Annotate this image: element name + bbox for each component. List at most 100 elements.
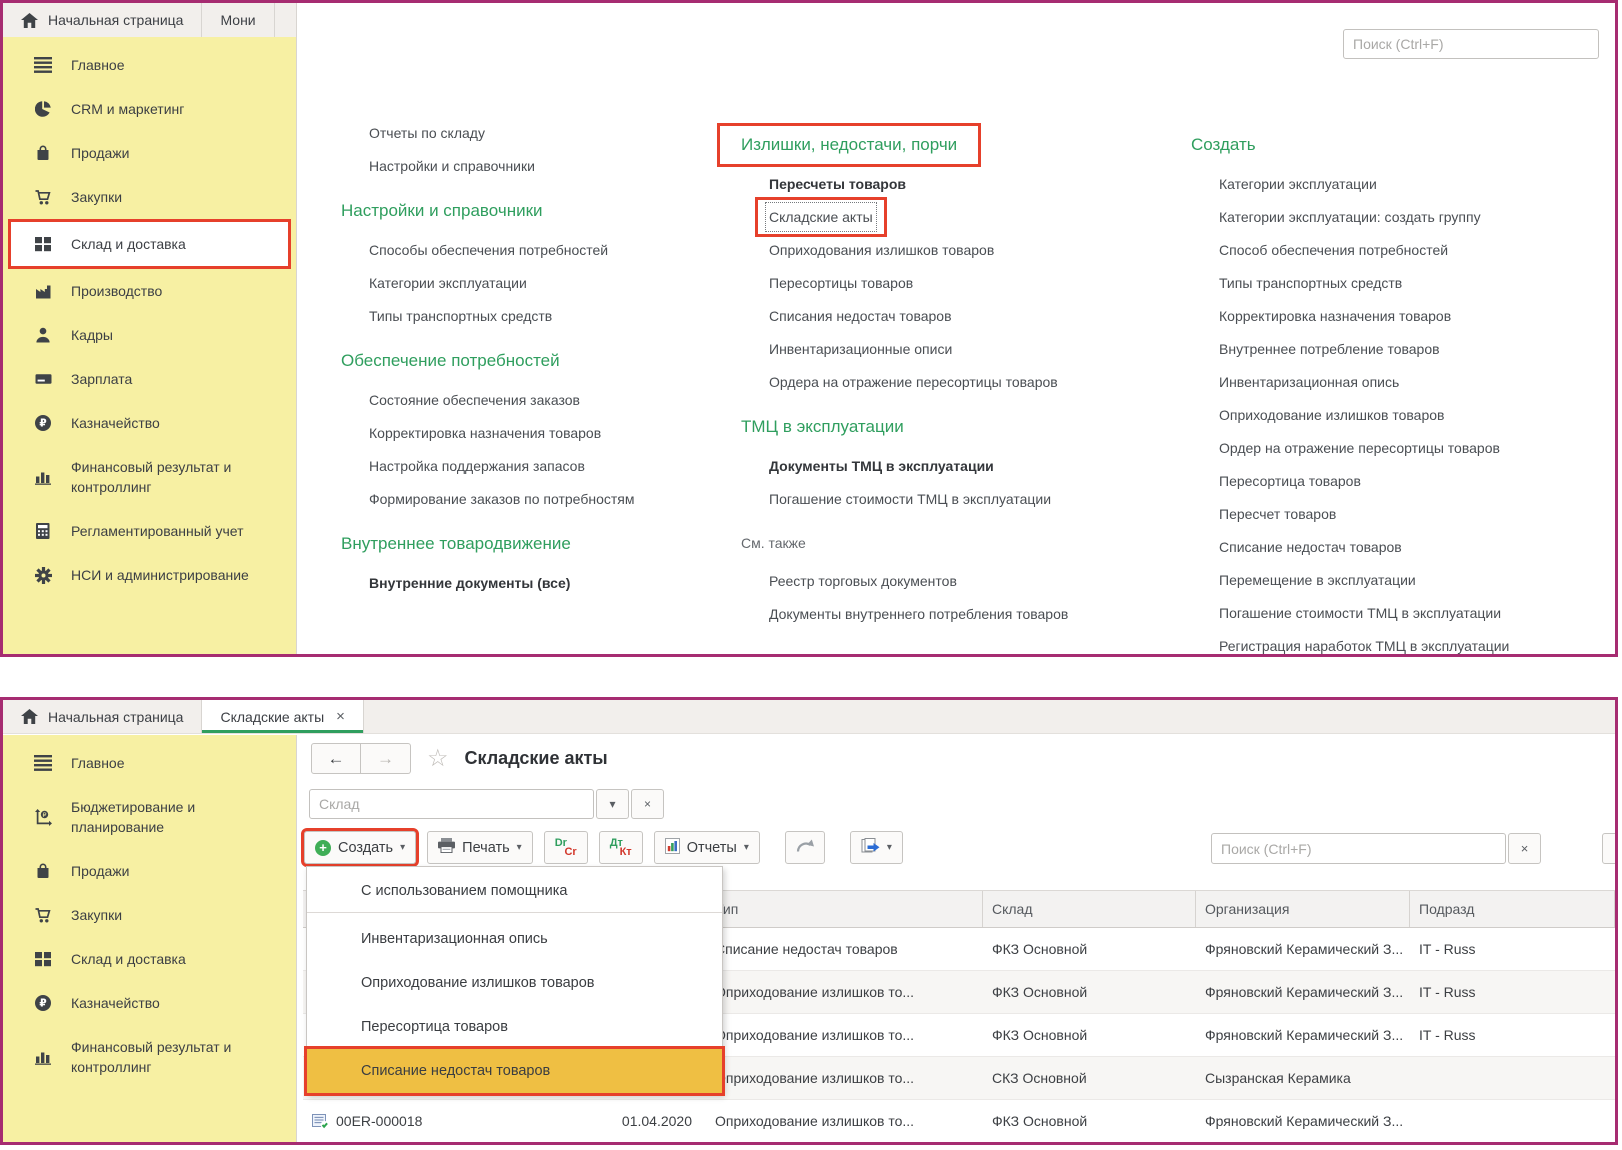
doc-type: Списание недостач товаров bbox=[706, 928, 983, 970]
menu-item[interactable]: Пересчет товаров bbox=[1219, 503, 1336, 525]
menu-item[interactable]: См. также bbox=[741, 532, 806, 554]
tab[interactable]: Начальная страница × bbox=[3, 700, 202, 733]
doc-organization: Фряновский Керамический З... bbox=[1196, 928, 1410, 970]
menu-item[interactable]: Формирование заказов по потребностям bbox=[369, 488, 634, 510]
menu-item[interactable]: Пересортица товаров bbox=[1219, 470, 1361, 492]
post-document-button[interactable] bbox=[785, 831, 825, 864]
sidebar-item[interactable]: ₽ Казначейство bbox=[3, 981, 296, 1025]
dtkt-button[interactable]: ДтКт bbox=[599, 831, 643, 864]
drcr-button[interactable]: DrCr bbox=[544, 831, 588, 864]
forward-button[interactable]: → bbox=[361, 743, 411, 774]
menu-item[interactable]: Реестр торговых документов bbox=[769, 570, 957, 592]
tab[interactable]: Начальная страница × bbox=[3, 3, 202, 37]
menu-item[interactable]: Оприходование излишков товаров bbox=[1219, 404, 1444, 426]
menu-column-center: Излишки, недостачи, порчи Пересчеты това… bbox=[741, 111, 1161, 636]
menu-item[interactable]: Состояние обеспечения заказов bbox=[369, 389, 580, 411]
menu-item[interactable]: Категории эксплуатации bbox=[369, 272, 527, 294]
sidebar-item[interactable]: ₽ Бюджетирование и планирование bbox=[3, 785, 296, 849]
sidebar-item[interactable]: Кадры bbox=[3, 313, 296, 357]
reports-button[interactable]: Отчеты ▾ bbox=[654, 831, 760, 864]
search-clear-button[interactable]: × bbox=[1508, 833, 1541, 864]
menu-item[interactable]: Внутреннее потребление товаров bbox=[1219, 338, 1440, 360]
column-header[interactable]: Тип bbox=[706, 891, 983, 927]
column-header[interactable]: Склад bbox=[983, 891, 1196, 927]
tab[interactable]: Складские акты × bbox=[202, 700, 363, 733]
tab[interactable]: Мони × bbox=[202, 3, 274, 37]
sidebar-item[interactable]: Склад и доставка bbox=[3, 937, 296, 981]
sidebar-item[interactable]: Закупки bbox=[3, 175, 296, 219]
menu-item[interactable]: Типы транспортных средств bbox=[369, 305, 552, 327]
sidebar-item[interactable]: Склад и доставка bbox=[8, 219, 291, 269]
menu-item[interactable]: Инвентаризационная опись bbox=[1219, 371, 1399, 393]
create-menu-item[interactable]: Списание недостач товаров bbox=[307, 1049, 722, 1093]
menu-item[interactable]: Настройки и справочники bbox=[369, 155, 535, 177]
more-button[interactable] bbox=[1602, 833, 1615, 864]
search-input[interactable] bbox=[1211, 833, 1506, 864]
menu-item[interactable]: Корректировка назначения товаров bbox=[1219, 305, 1451, 327]
print-button[interactable]: Печать ▾ bbox=[427, 831, 533, 864]
doc-number: 00ER-000018 bbox=[336, 1113, 422, 1129]
menu-item[interactable]: Категории эксплуатации bbox=[1219, 173, 1377, 195]
menu-item[interactable]: Списание недостач товаров bbox=[1219, 536, 1402, 558]
menu-item[interactable]: Регистрация наработок ТМЦ в эксплуатации bbox=[1219, 635, 1509, 654]
export-button[interactable]: ▾ bbox=[850, 831, 903, 864]
create-menu-item[interactable]: Оприходование излишков товаров bbox=[307, 961, 722, 1005]
search-input[interactable] bbox=[1343, 29, 1599, 59]
sidebar-item[interactable]: Главное bbox=[3, 43, 296, 87]
menu-item[interactable]: Пересортицы товаров bbox=[769, 272, 913, 294]
menu-item[interactable]: Документы внутреннего потребления товаро… bbox=[769, 603, 1068, 625]
menu-item[interactable]: Отчеты по складу bbox=[369, 122, 485, 144]
menu-item[interactable]: Документы ТМЦ в эксплуатации bbox=[769, 455, 994, 477]
menu-item[interactable]: Излишки, недостачи, порчи bbox=[741, 133, 957, 157]
menu-item[interactable]: Типы транспортных средств bbox=[1219, 272, 1402, 294]
sidebar-item[interactable]: Финансовый результат и контроллинг bbox=[3, 1025, 296, 1089]
create-menu-item[interactable]: Инвентаризационная опись bbox=[307, 917, 722, 961]
menu-item[interactable]: Способ обеспечения потребностей bbox=[1219, 239, 1448, 261]
menu-item[interactable]: Настройка поддержания запасов bbox=[369, 455, 585, 477]
table-row[interactable]: 00ER-000018 01.04.2020 Оприходование изл… bbox=[303, 1100, 1615, 1142]
warehouse-filter-input[interactable] bbox=[309, 789, 594, 819]
menu-item[interactable]: Внутреннее товародвижение bbox=[341, 532, 571, 556]
menu-item[interactable]: Настройки и справочники bbox=[341, 199, 543, 223]
column-header[interactable]: Подразд bbox=[1410, 891, 1615, 927]
back-button[interactable]: ← bbox=[311, 743, 361, 774]
sidebar-item[interactable]: Главное bbox=[3, 741, 296, 785]
menu-item[interactable]: Способы обеспечения потребностей bbox=[369, 239, 608, 261]
column-header[interactable]: Организация bbox=[1196, 891, 1410, 927]
calc-icon bbox=[33, 523, 53, 539]
menu-item[interactable]: Обеспечение потребностей bbox=[341, 349, 560, 373]
sidebar-item[interactable]: Производство bbox=[3, 269, 296, 313]
menu-item[interactable]: Категории эксплуатации: создать группу bbox=[1219, 206, 1481, 228]
create-button[interactable]: + Создать ▾ bbox=[304, 831, 416, 864]
menu-item[interactable]: Погашение стоимости ТМЦ в эксплуатации bbox=[769, 488, 1051, 510]
menu-item[interactable]: Внутренние документы (все) bbox=[369, 572, 570, 594]
filter-clear-button[interactable]: × bbox=[631, 789, 664, 819]
sidebar-item[interactable]: ₽ Казначейство bbox=[3, 401, 296, 445]
favorite-star-icon[interactable]: ☆ bbox=[427, 747, 449, 771]
menu-item[interactable]: ТМЦ в эксплуатации bbox=[741, 415, 904, 439]
sidebar-item[interactable]: Финансовый результат и контроллинг bbox=[3, 445, 296, 509]
menu-item[interactable]: Погашение стоимости ТМЦ в эксплуатации bbox=[1219, 602, 1501, 624]
create-menu-item[interactable]: С использованием помощника bbox=[307, 869, 722, 913]
sidebar-item[interactable]: Регламентированный учет bbox=[3, 509, 296, 553]
menu-item[interactable]: Корректировка назначения товаров bbox=[369, 422, 601, 444]
menu-item[interactable]: Ордера на отражение пересортицы товаров bbox=[769, 371, 1058, 393]
menu-item[interactable]: Оприходования излишков товаров bbox=[769, 239, 994, 261]
filter-dropdown-button[interactable]: ▾ bbox=[596, 789, 629, 819]
menu-item[interactable]: Инвентаризационные описи bbox=[769, 338, 952, 360]
menu-item[interactable]: Перемещение в эксплуатации bbox=[1219, 569, 1416, 591]
menu-item[interactable]: Пересчеты товаров bbox=[769, 173, 906, 195]
sidebar-item[interactable]: CRM и маркетинг bbox=[3, 87, 296, 131]
create-menu-item[interactable]: Пересортица товаров bbox=[307, 1005, 722, 1049]
menu-item[interactable]: Списания недостач товаров bbox=[769, 305, 952, 327]
menu-item[interactable]: Создать bbox=[1191, 133, 1256, 157]
menu-item[interactable]: Складские акты bbox=[769, 206, 873, 228]
sidebar-item[interactable]: НСИ и администрирование bbox=[3, 553, 296, 597]
sidebar-item[interactable]: Зарплата bbox=[3, 357, 296, 401]
close-tab-icon[interactable]: × bbox=[336, 708, 345, 725]
menu-item[interactable]: Ордер на отражение пересортицы товаров bbox=[1219, 437, 1500, 459]
sidebar-item[interactable]: Закупки bbox=[3, 893, 296, 937]
doc-warehouse: СКЗ Основной bbox=[983, 1057, 1196, 1099]
sidebar-item[interactable]: Продажи bbox=[3, 849, 296, 893]
sidebar-item[interactable]: Продажи bbox=[3, 131, 296, 175]
